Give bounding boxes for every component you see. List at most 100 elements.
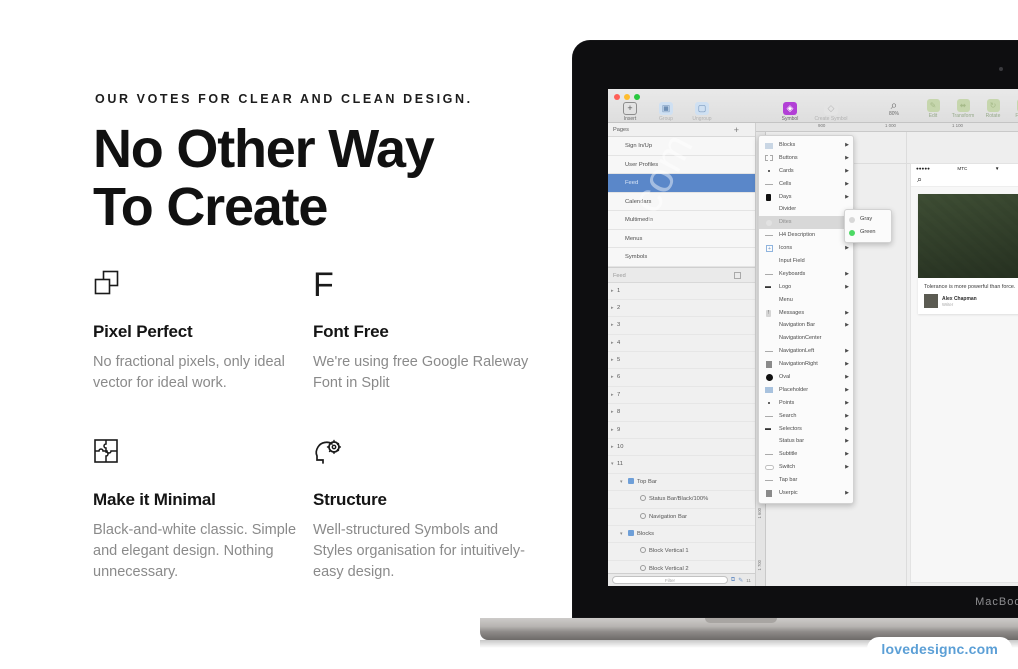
menu-item-icon	[765, 387, 773, 394]
menu-item[interactable]: Status bar ▶	[759, 435, 853, 448]
chevron-right-icon[interactable]: ▸	[611, 335, 614, 352]
menu-item[interactable]: NavigationRight ▶	[759, 358, 853, 371]
duplicate-icon[interactable]: ⧉	[731, 577, 735, 584]
feature-pixel-perfect: Pixel Perfect No fractional pixels, only…	[93, 270, 311, 394]
menu-item[interactable]: ▬ Selectors ▶	[759, 423, 853, 436]
page-item[interactable]: Symbols	[608, 248, 755, 267]
menu-item-label: H4 Description	[779, 232, 816, 239]
chevron-down-icon[interactable]: ▾	[620, 474, 623, 491]
chevron-right-icon[interactable]: ▸	[611, 387, 614, 404]
layer-row[interactable]: ▸ 7	[608, 387, 755, 405]
layer-row[interactable]: Status Bar/Black/100%	[608, 491, 755, 509]
toolbar-rotate-button[interactable]: ↻ Rotate	[978, 99, 1008, 119]
menu-item[interactable]: H4 Description▶	[759, 229, 853, 242]
menu-item[interactable]: Placeholder ▶	[759, 384, 853, 397]
window-controls[interactable]	[614, 94, 640, 100]
chevron-right-icon[interactable]: ▸	[611, 352, 614, 369]
chevron-right-icon[interactable]: ▸	[611, 283, 614, 300]
layer-row[interactable]: Navigation Bar	[608, 509, 755, 526]
menu-item[interactable]: NavigationLeft ▶	[759, 345, 853, 358]
toolbar-create-symbol-button[interactable]: ◇ Create Symbol	[808, 102, 854, 122]
close-icon[interactable]	[614, 94, 620, 100]
menu-item[interactable]: + Icons ▶	[759, 242, 853, 255]
layers-options-icon[interactable]	[734, 271, 741, 279]
page-item[interactable]: User Profiles	[608, 155, 755, 174]
feed-card[interactable]: Tolerance is more powerful than force. A…	[918, 194, 1018, 314]
page-item[interactable]: Feed	[608, 174, 755, 193]
chevron-right-icon[interactable]: ▸	[611, 369, 614, 386]
toolbar-flatten-button[interactable]: ⬓ Flatten	[1008, 99, 1018, 119]
page-item[interactable]: Menus	[608, 229, 755, 248]
layer-row[interactable]: ▸ 6	[608, 369, 755, 387]
layer-row[interactable]: ▸ 10	[608, 439, 755, 457]
menu-item[interactable]: Buttons ▶	[759, 152, 853, 165]
toolbar-ungroup-button[interactable]: ▢ Ungroup	[684, 102, 720, 122]
menu-item[interactable]: Blocks ▶	[759, 139, 853, 152]
menu-item-label: Days	[779, 193, 792, 200]
layer-row[interactable]: ▸ 3	[608, 317, 755, 335]
toolbar-transform-button[interactable]: ⬌ Transform	[948, 99, 978, 119]
filter-input[interactable]: Filter	[612, 576, 728, 584]
page-item[interactable]: Sign In/Up	[608, 137, 755, 156]
menu-item[interactable]: Switch ▶	[759, 461, 853, 474]
add-page-icon[interactable]: +	[734, 123, 739, 137]
menu-item[interactable]: ! Messages ▶	[759, 307, 853, 320]
layer-row[interactable]: ▸ 9	[608, 422, 755, 440]
menu-item[interactable]: Days ▶	[759, 191, 853, 204]
menu-item[interactable]: Userpic ▶	[759, 487, 853, 500]
toolbar-insert-button[interactable]: + Insert	[612, 102, 648, 122]
pencil-icon[interactable]: ✎	[738, 577, 743, 584]
submenu-item-gray[interactable]: Gray	[845, 213, 891, 226]
menu-item[interactable]: Menu	[759, 294, 853, 307]
menu-item[interactable]: Keyboards ▶	[759, 268, 853, 281]
menu-item[interactable]: Cards ▶	[759, 165, 853, 178]
layer-row[interactable]: ▸ 2	[608, 300, 755, 318]
symbols-dropdown-menu[interactable]: Blocks ▶ Buttons ▶ Cards ▶ Cells ▶ Days ▶ Divider D…	[758, 135, 854, 504]
layer-row[interactable]: ▸ 8	[608, 404, 755, 422]
menu-item[interactable]: Points ▶	[759, 397, 853, 410]
menu-item[interactable]: Tap bar	[759, 474, 853, 487]
minimize-icon[interactable]	[624, 94, 630, 100]
toolbar-group-button[interactable]: ▣ Group	[648, 102, 684, 122]
menu-item[interactable]: Search ▶	[759, 410, 853, 423]
layer-row[interactable]: ▸ 1	[608, 283, 755, 300]
sketch-canvas[interactable]: 9001 0001 1001 200 9001 0001 1001 2001 3…	[756, 123, 1018, 586]
color-submenu[interactable]: Gray Green	[844, 209, 892, 243]
chevron-right-icon[interactable]: ▸	[611, 317, 614, 334]
chevron-down-icon[interactable]: ▾	[611, 456, 614, 473]
layer-row[interactable]: ▾ 11	[608, 456, 755, 474]
menu-item[interactable]: Dites▶	[759, 216, 853, 230]
menu-item-label: Divider	[779, 206, 797, 213]
menu-item[interactable]: Navigation Bar ▶	[759, 319, 853, 332]
toolbar-symbol-button[interactable]: ◈ Symbol	[772, 102, 808, 122]
chevron-right-icon[interactable]: ▸	[611, 300, 614, 317]
menu-item[interactable]: Oval ▶	[759, 371, 853, 384]
menu-item[interactable]: Cells ▶	[759, 178, 853, 191]
search-icon[interactable]: ⌕	[917, 175, 922, 184]
layer-label: 2	[617, 304, 621, 311]
layer-row[interactable]: ▸ 4	[608, 335, 755, 353]
layer-row[interactable]: ▾ Blocks	[608, 526, 755, 544]
submenu-item-green[interactable]: Green	[845, 226, 891, 239]
menu-item[interactable]: Input Field	[759, 255, 853, 268]
layer-row[interactable]: Block Vertical 1	[608, 543, 755, 561]
page-item[interactable]: Multimedia	[608, 211, 755, 230]
zoom-control[interactable]: ⌕ 80%	[870, 99, 918, 117]
maximize-icon[interactable]	[634, 94, 640, 100]
toolbar-edit-button[interactable]: ✎ Edit	[918, 99, 948, 119]
chevron-right-icon[interactable]: ▸	[611, 422, 614, 439]
page-item[interactable]: Calendars	[608, 192, 755, 211]
feature-grid: Pixel Perfect No fractional pixels, only…	[93, 268, 563, 583]
layer-row[interactable]: ▸ 5	[608, 352, 755, 370]
chevron-right-icon[interactable]: ▸	[611, 439, 614, 456]
chevron-right-icon: ▶	[845, 464, 849, 471]
menu-item[interactable]: ▬ Logo ▶	[759, 281, 853, 294]
chevron-right-icon[interactable]: ▸	[611, 404, 614, 421]
chevron-down-icon[interactable]: ▾	[620, 526, 623, 543]
layer-row[interactable]: ▾ Top Bar	[608, 474, 755, 492]
symbol-instance-icon	[640, 564, 646, 571]
menu-item[interactable]: NavigationCenter	[759, 332, 853, 345]
menu-item[interactable]: Subtitle ▶	[759, 448, 853, 461]
menu-item[interactable]: Divider	[759, 203, 853, 216]
chevron-right-icon: ▶	[845, 309, 849, 316]
